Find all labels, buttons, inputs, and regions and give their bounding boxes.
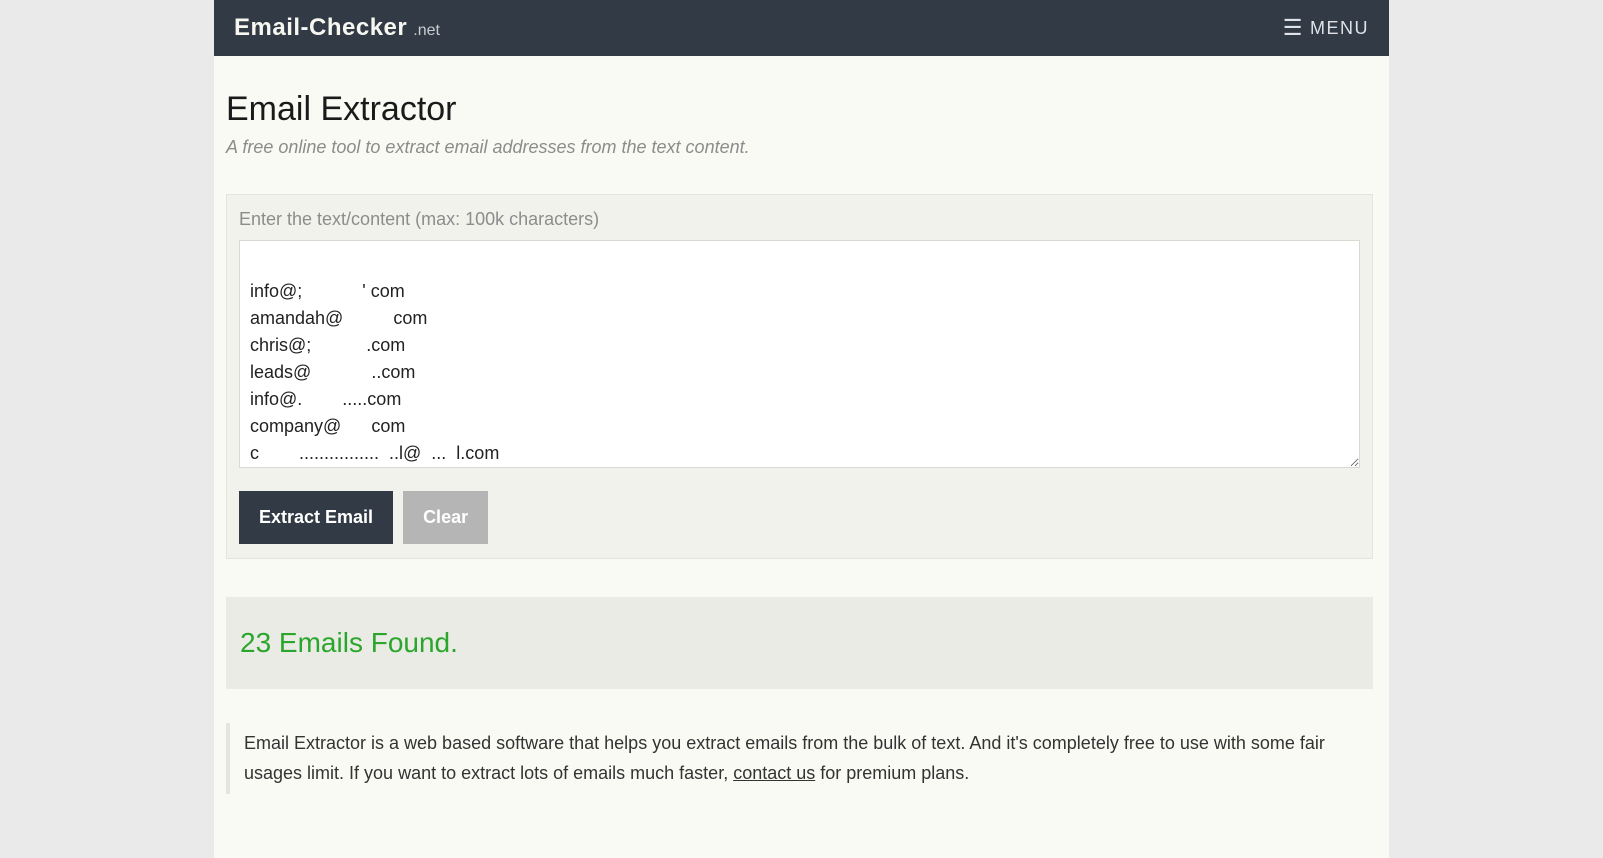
navbar: Email-Checker .net ☰ MENU xyxy=(214,0,1389,56)
content-textarea[interactable] xyxy=(239,240,1360,468)
info-paragraph: Email Extractor is a web based software … xyxy=(226,723,1373,794)
hamburger-icon: ☰ xyxy=(1283,17,1304,39)
textarea-label: Enter the text/content (max: 100k charac… xyxy=(239,209,1360,230)
main-content: Email Extractor A free online tool to ex… xyxy=(214,56,1389,834)
results-count-text: 23 Emails Found. xyxy=(240,627,1359,659)
page-subtitle: A free online tool to extract email addr… xyxy=(226,137,1373,158)
input-panel: Enter the text/content (max: 100k charac… xyxy=(226,194,1373,559)
menu-button[interactable]: ☰ MENU xyxy=(1283,17,1369,39)
brand-logo[interactable]: Email-Checker .net xyxy=(234,14,440,42)
button-row: Extract Email Clear xyxy=(239,491,1360,544)
page-title: Email Extractor xyxy=(226,90,1373,129)
menu-label: MENU xyxy=(1310,18,1369,39)
extract-email-button[interactable]: Extract Email xyxy=(239,491,393,544)
info-text-2: for premium plans. xyxy=(815,763,969,783)
contact-us-link[interactable]: contact us xyxy=(733,763,815,783)
results-panel: 23 Emails Found. xyxy=(226,597,1373,689)
brand-tld-text: .net xyxy=(413,22,440,40)
brand-main-text: Email-Checker xyxy=(234,14,407,42)
clear-button[interactable]: Clear xyxy=(403,491,488,544)
page-container: Email-Checker .net ☰ MENU Email Extracto… xyxy=(214,0,1389,858)
